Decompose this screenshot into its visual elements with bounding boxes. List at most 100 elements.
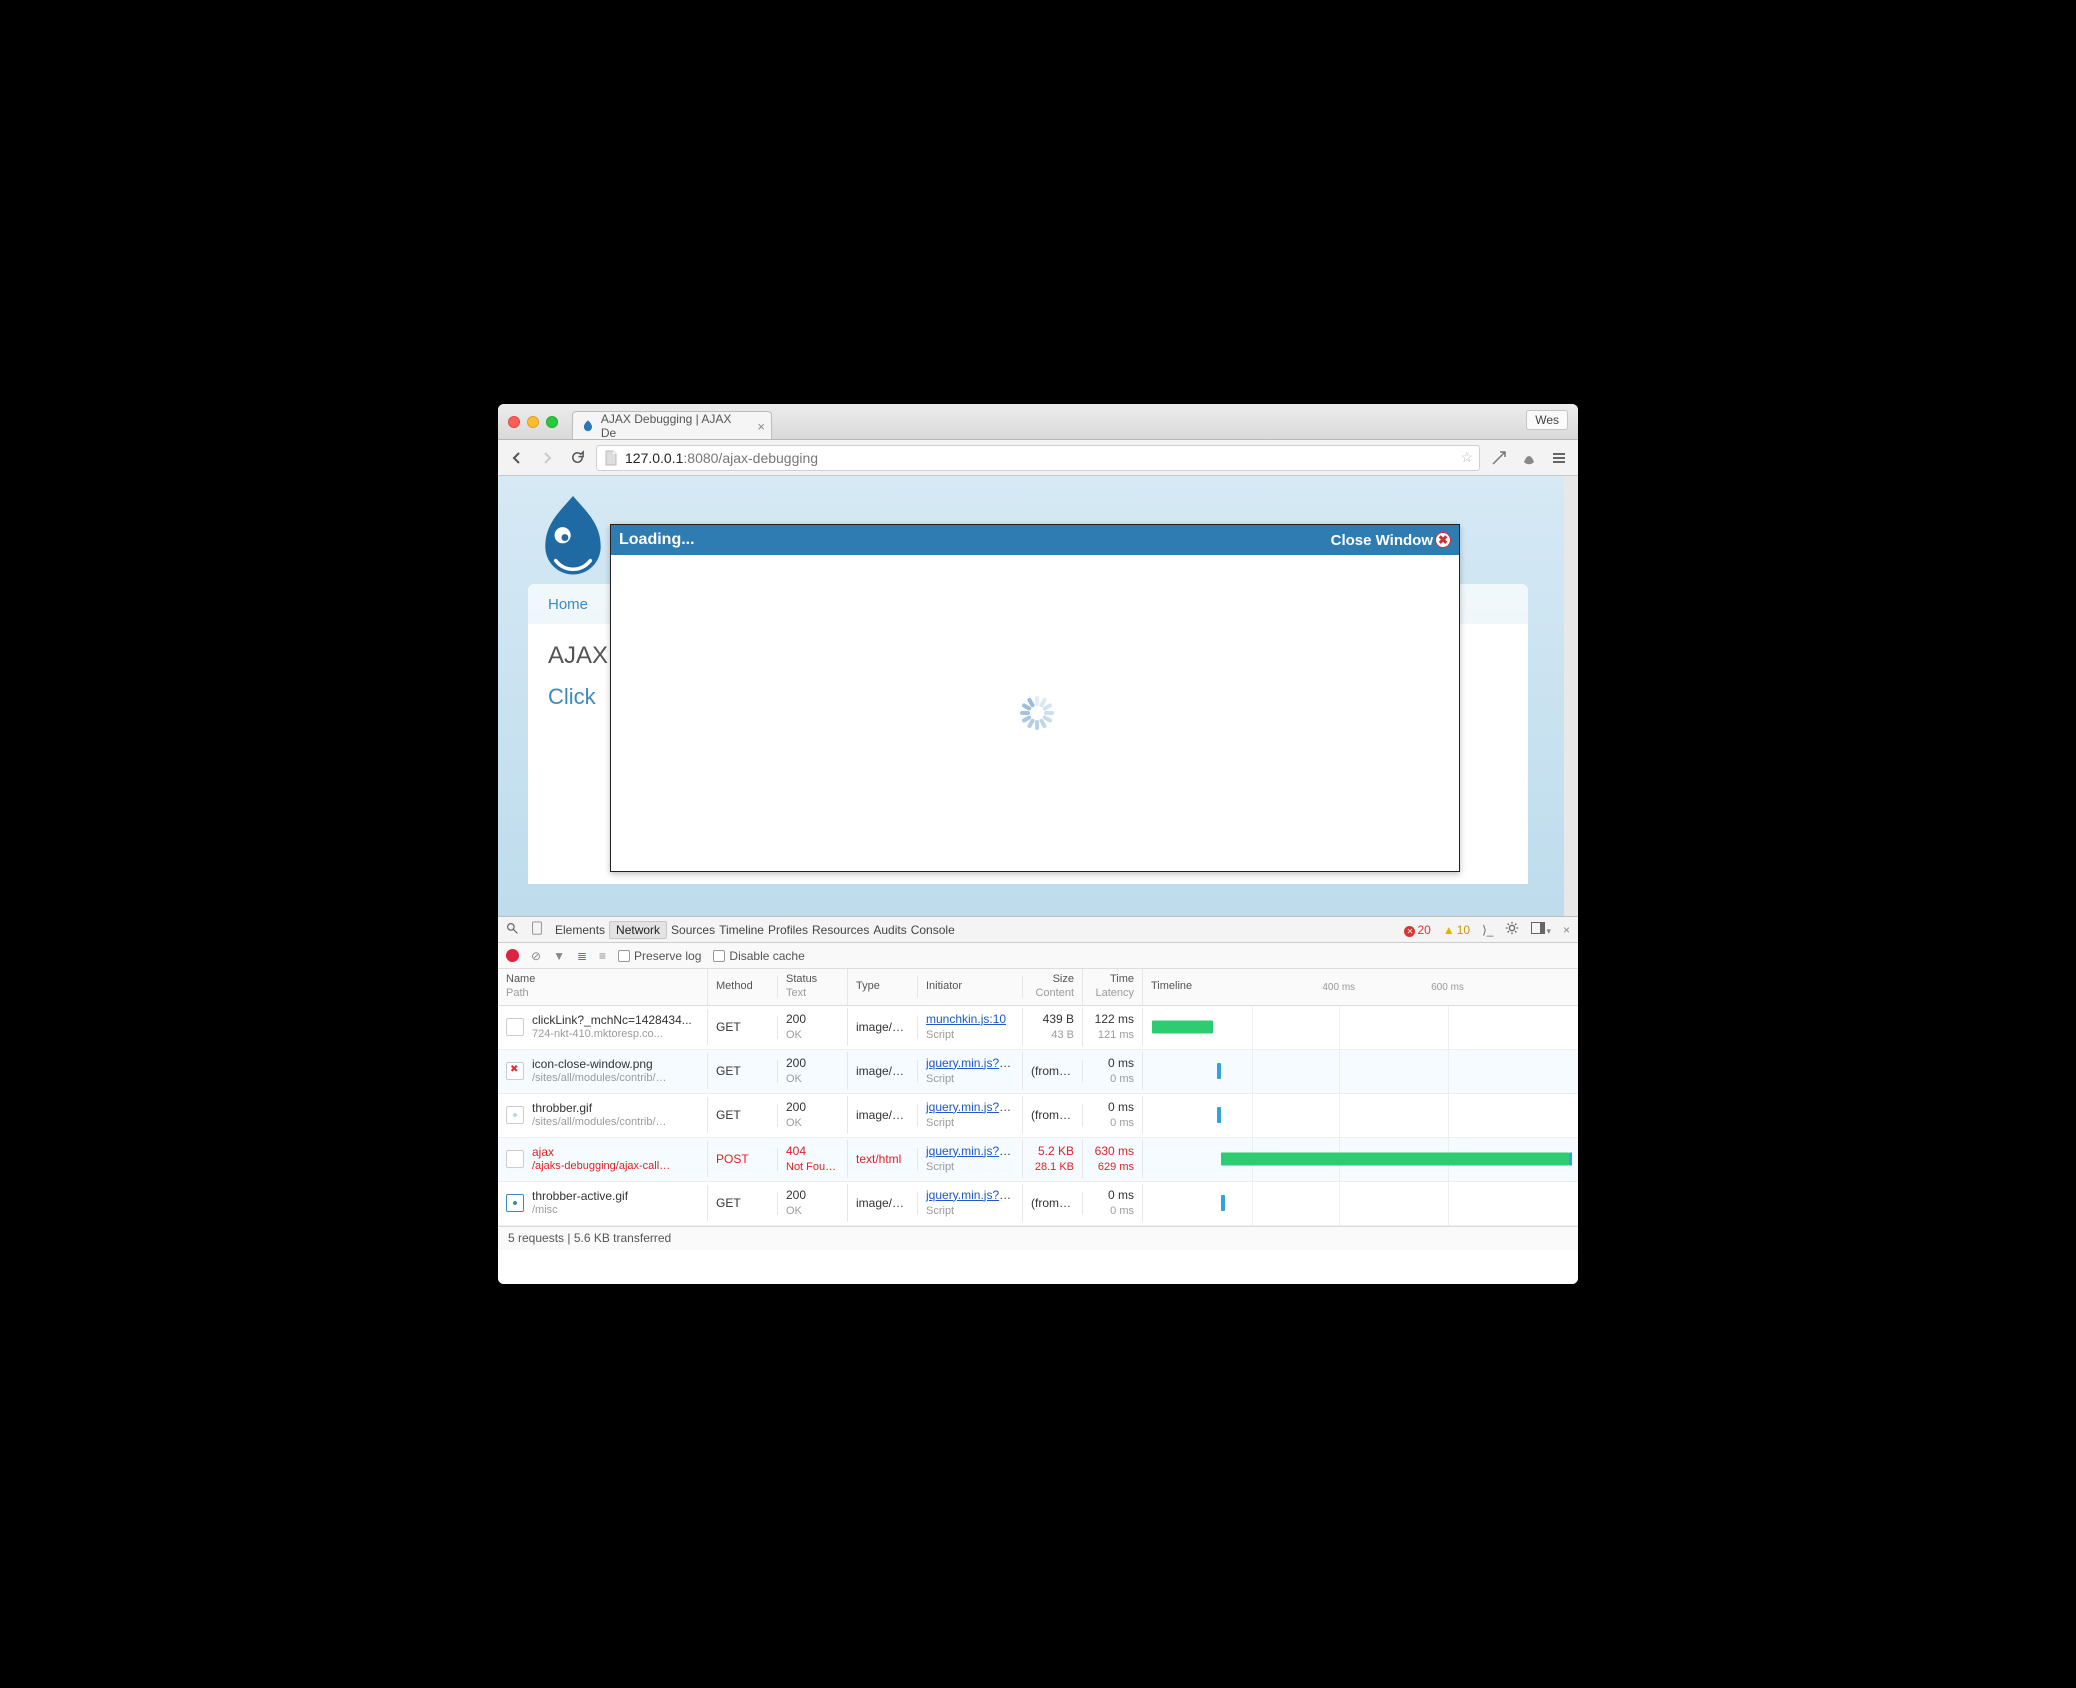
window-controls <box>508 416 558 428</box>
request-timeline <box>1143 1006 1578 1049</box>
devtools-close-icon[interactable]: × <box>1563 923 1570 937</box>
modal-header: Loading... Close Window ✖ <box>611 525 1459 555</box>
request-size: (from c… <box>1023 1192 1083 1215</box>
preserve-log-checkbox[interactable]: Preserve log <box>618 949 701 963</box>
os-minimize-button[interactable] <box>527 416 539 428</box>
browser-toolbar: 127.0.0.1:8080/ajax-debugging ☆ <box>498 440 1578 476</box>
request-initiator: jquery.min.js?v…Script <box>918 1096 1023 1135</box>
settings-gear-icon[interactable] <box>1505 921 1519 938</box>
request-status: 200OK <box>778 1008 848 1047</box>
search-icon[interactable] <box>506 922 519 938</box>
ext-icon-1[interactable] <box>1488 447 1510 469</box>
os-maximize-button[interactable] <box>546 416 558 428</box>
file-type-icon <box>506 1062 524 1080</box>
request-size: (from c… <box>1023 1104 1083 1127</box>
record-button[interactable] <box>506 949 519 962</box>
request-path: /sites/all/modules/contrib/… <box>532 1072 667 1086</box>
modal-body <box>611 555 1459 871</box>
drupal-logo <box>538 496 608 586</box>
col-status[interactable]: StatusText <box>778 969 848 1005</box>
tab-close-icon[interactable]: × <box>757 419 765 434</box>
warning-icon: ▲ <box>1443 923 1455 937</box>
device-mode-icon[interactable] <box>531 921 543 938</box>
view-small-icon[interactable]: ≡ <box>599 949 606 963</box>
col-name[interactable]: NamePath <box>498 969 708 1005</box>
page-scrollbar-thumb[interactable] <box>1567 482 1575 592</box>
filter-icon[interactable]: ▼ <box>553 949 565 963</box>
request-path: /sites/all/modules/contrib/… <box>532 1116 667 1130</box>
request-method: GET <box>708 1192 778 1215</box>
devtools-tab-elements[interactable]: Elements <box>555 923 605 937</box>
warning-count[interactable]: ▲10 <box>1443 923 1470 937</box>
devtools-tab-sources[interactable]: Sources <box>671 923 715 937</box>
request-type: text/html <box>848 1148 918 1171</box>
request-method: GET <box>708 1016 778 1039</box>
network-filterbar: ⊘ ▼ ≣ ≡ Preserve log Disable cache <box>498 943 1578 969</box>
devtools-tabbar: Elements Network Sources Timeline Profiles Re… <box>498 917 1578 943</box>
request-size: (from c… <box>1023 1060 1083 1083</box>
os-close-button[interactable] <box>508 416 520 428</box>
request-type: image/… <box>848 1104 918 1127</box>
ext-icon-2[interactable] <box>1518 447 1540 469</box>
request-path: /misc <box>532 1204 628 1218</box>
bookmark-star-icon[interactable]: ☆ <box>1460 449 1473 466</box>
error-icon: ✕ <box>1404 926 1415 937</box>
request-time: 122 ms121 ms <box>1083 1008 1143 1047</box>
dock-side-icon[interactable]: ▾ <box>1531 922 1551 937</box>
request-time: 0 ms0 ms <box>1083 1096 1143 1135</box>
file-type-icon <box>506 1106 524 1124</box>
col-size[interactable]: SizeContent <box>1023 969 1083 1005</box>
view-list-icon[interactable]: ≣ <box>577 949 587 963</box>
col-initiator[interactable]: Initiator <box>918 976 1023 998</box>
address-bar[interactable]: 127.0.0.1:8080/ajax-debugging ☆ <box>596 445 1480 471</box>
loading-throbber-icon <box>1018 696 1052 730</box>
request-type: image/… <box>848 1016 918 1039</box>
col-method[interactable]: Method <box>708 976 778 998</box>
table-row[interactable]: throbber-active.gif/miscGET200OKimage/…j… <box>498 1182 1578 1226</box>
col-timeline[interactable]: Timeline 400 ms 600 ms <box>1143 976 1578 998</box>
devtools-tab-profiles[interactable]: Profiles <box>768 923 808 937</box>
request-status: 200OK <box>778 1096 848 1135</box>
request-status: 200OK <box>778 1052 848 1091</box>
file-type-icon <box>506 1194 524 1212</box>
chrome-user-badge[interactable]: Wes <box>1526 410 1568 430</box>
devtools-tab-audits[interactable]: Audits <box>873 923 906 937</box>
devtools-tab-resources[interactable]: Resources <box>812 923 869 937</box>
back-button[interactable] <box>506 447 528 469</box>
disable-cache-checkbox[interactable]: Disable cache <box>713 949 804 963</box>
devtools-panel: Elements Network Sources Timeline Profiles Re… <box>498 916 1578 1284</box>
col-time[interactable]: TimeLatency <box>1083 969 1143 1005</box>
titlebar: AJAX Debugging | AJAX De × Wes <box>498 404 1578 440</box>
request-status: 200OK <box>778 1184 848 1223</box>
request-path: 724-nkt-410.mktoresp.co... <box>532 1028 692 1042</box>
request-method: GET <box>708 1104 778 1127</box>
table-row[interactable]: clickLink?_mchNc=1428434...724-nkt-410.m… <box>498 1006 1578 1050</box>
request-method: GET <box>708 1060 778 1083</box>
table-row[interactable]: icon-close-window.png/sites/all/modules/… <box>498 1050 1578 1094</box>
clear-button[interactable]: ⊘ <box>531 949 541 963</box>
error-count[interactable]: ✕20 <box>1404 923 1430 937</box>
request-name: ajax <box>532 1145 670 1160</box>
tab-title: AJAX Debugging | AJAX De <box>601 412 749 440</box>
request-type: image/… <box>848 1060 918 1083</box>
forward-button[interactable] <box>536 447 558 469</box>
col-type[interactable]: Type <box>848 976 918 998</box>
devtools-tab-timeline[interactable]: Timeline <box>719 923 764 937</box>
request-timeline <box>1143 1050 1578 1093</box>
table-row[interactable]: throbber.gif/sites/all/modules/contrib/…… <box>498 1094 1578 1138</box>
chrome-menu-icon[interactable] <box>1548 447 1570 469</box>
request-name: throbber-active.gif <box>532 1189 628 1204</box>
url-host: 127.0.0.1 <box>625 450 683 466</box>
drupal-favicon <box>581 419 595 433</box>
table-row[interactable]: ajax/ajaks-debugging/ajax-call…POST404No… <box>498 1138 1578 1182</box>
request-path: /ajaks-debugging/ajax-call… <box>532 1160 670 1174</box>
request-time: 0 ms0 ms <box>1083 1184 1143 1223</box>
devtools-tab-network[interactable]: Network <box>609 921 667 939</box>
devtools-tab-console[interactable]: Console <box>911 923 955 937</box>
console-drawer-icon[interactable]: ⟩_ <box>1482 923 1493 937</box>
reload-button[interactable] <box>566 447 588 469</box>
modal-close-button[interactable]: Close Window ✖ <box>1331 532 1451 549</box>
browser-tab[interactable]: AJAX Debugging | AJAX De × <box>572 411 772 439</box>
request-timeline <box>1143 1182 1578 1225</box>
request-type: image/… <box>848 1192 918 1215</box>
